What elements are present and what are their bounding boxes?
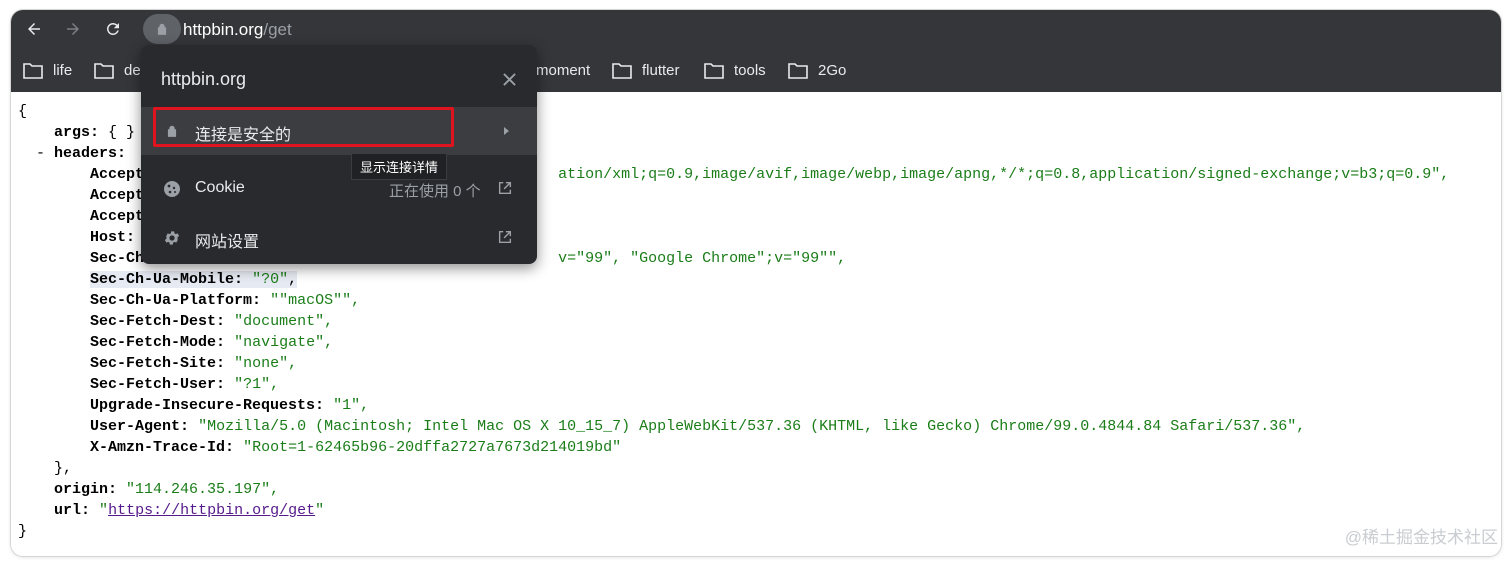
json-url-quote-open: "	[99, 502, 109, 519]
popup-close-button[interactable]	[499, 69, 519, 89]
bookmark-label: life	[53, 61, 73, 79]
json-value-upgrade: "1",	[333, 397, 370, 414]
browser-toolbar: httpbin.org/get	[11, 10, 1501, 48]
external-link-icon	[497, 180, 515, 198]
json-key-sec-ch-ua: Sec-Ch	[90, 250, 145, 267]
connection-secure-item[interactable]: 连接是安全的	[141, 107, 537, 155]
json-key-upgrade: Upgrade-Insecure-Requests:	[90, 397, 325, 414]
cookie-item[interactable]: Cookie 正在使用 0 个	[141, 165, 537, 213]
connection-secure-label: 连接是安全的	[195, 127, 292, 144]
back-button[interactable]	[19, 14, 49, 44]
json-value-trace-id: "Root=1-62465b96-20dffa2727a7673d214019b…	[243, 439, 622, 456]
chevron-right-icon	[497, 122, 515, 140]
bookmark-folder-moment[interactable]: moment	[536, 59, 590, 81]
json-key-fetch-site: Sec-Fetch-Site:	[90, 355, 226, 372]
json-value-mobile: "?0"	[252, 271, 289, 288]
bookmark-label: 2Go	[818, 61, 847, 79]
headers-collapse-toggle[interactable]: -	[36, 145, 45, 162]
lock-icon	[163, 122, 181, 140]
folder-icon	[612, 62, 632, 79]
reload-icon	[106, 22, 119, 35]
highlighted-line: Sec-Ch-Ua-Mobile: "?0",	[90, 271, 298, 288]
json-key-origin: origin:	[54, 481, 118, 498]
external-link-icon	[497, 229, 515, 247]
bookmark-label: moment	[536, 61, 591, 79]
bookmark-folder-2go[interactable]: 2Go	[788, 59, 846, 81]
json-value-user-agent: "Mozilla/5.0 (Macintosh; Intel Mac OS X …	[198, 418, 1306, 435]
json-key-accept-language: Accept	[90, 208, 145, 225]
address-bar[interactable]: httpbin.org/get	[139, 13, 1479, 45]
json-url-quote-close: "	[315, 502, 325, 519]
json-value-args: { }	[108, 124, 136, 141]
json-value-accept: ation/xml;q=0.9,image/avif,image/webp,im…	[558, 166, 1450, 183]
site-info-popup: httpbin.org 连接是安全的 Cookie 正在使用 0 个 网站设置 …	[141, 45, 537, 264]
url-path: /get	[263, 20, 292, 39]
json-value-fetch-mode: "navigate",	[234, 334, 334, 351]
bookmark-label: tools	[734, 61, 766, 79]
json-key-args: args:	[54, 124, 100, 141]
folder-icon	[23, 62, 43, 79]
cookie-usage-count: 正在使用 0 个	[389, 183, 481, 200]
folder-icon	[94, 62, 114, 79]
json-value-platform: ""macOS"",	[270, 292, 361, 309]
folder-icon	[704, 62, 724, 79]
browser-window: httpbin.org/get life de moment flutter t…	[11, 10, 1501, 556]
arrow-left-icon	[28, 23, 40, 35]
connection-details-tooltip: 显示连接详情	[351, 153, 448, 180]
json-key-platform: Sec-Ch-Ua-Platform:	[90, 292, 262, 309]
json-value-sec-ch-ua: v="99", "Google Chrome";v="99"",	[558, 250, 847, 267]
close-icon	[502, 72, 516, 86]
json-key-accept-encoding: Accept	[90, 187, 145, 204]
cookie-label: Cookie	[195, 179, 245, 196]
arrow-right-icon	[67, 23, 79, 35]
bookmark-folder-flutter[interactable]: flutter	[612, 59, 680, 81]
json-open-brace: {	[18, 103, 28, 120]
forward-button[interactable]	[58, 14, 88, 44]
bookmark-label: de	[124, 61, 141, 79]
site-info-button[interactable]	[143, 14, 181, 44]
bookmark-label: flutter	[642, 61, 680, 79]
reload-button[interactable]	[98, 14, 128, 44]
gear-icon	[163, 229, 181, 247]
json-key-host: Host:	[90, 229, 136, 246]
json-value-fetch-user: "?1",	[234, 376, 280, 393]
json-key-url: url:	[54, 502, 91, 519]
json-key-fetch-user: Sec-Fetch-User:	[90, 376, 226, 393]
popup-title: httpbin.org	[161, 69, 247, 89]
bookmark-folder-tools[interactable]: tools	[704, 59, 766, 81]
json-key-fetch-mode: Sec-Fetch-Mode:	[90, 334, 226, 351]
site-settings-label: 网站设置	[195, 234, 260, 251]
json-url-link[interactable]: https://httpbin.org/get	[108, 502, 315, 519]
site-settings-item[interactable]: 网站设置	[141, 214, 537, 262]
json-key-fetch-dest: Sec-Fetch-Dest:	[90, 313, 226, 330]
bookmark-folder-life[interactable]: life	[23, 59, 72, 81]
json-close-brace: }	[18, 523, 28, 540]
json-key-trace-id: X-Amzn-Trace-Id:	[90, 439, 235, 456]
bookmark-folder-de[interactable]: de	[94, 59, 141, 81]
json-value-fetch-dest: "document",	[234, 313, 334, 330]
url-host: httpbin.org	[183, 20, 264, 39]
json-value-origin: "114.246.35.197",	[126, 481, 280, 498]
json-key-mobile: Sec-Ch-Ua-Mobile:	[90, 271, 244, 288]
json-headers-close: },	[54, 460, 73, 477]
url-text[interactable]: httpbin.org/get	[183, 20, 292, 40]
lock-icon	[157, 23, 167, 35]
folder-icon	[788, 62, 808, 79]
json-key-accept: Accept	[90, 166, 145, 183]
cookie-icon	[163, 180, 181, 198]
json-key-headers: headers:	[54, 145, 127, 162]
json-value-fetch-site: "none",	[234, 355, 298, 372]
json-key-user-agent: User-Agent:	[90, 418, 190, 435]
watermark: @稀土掘金技术社区	[1344, 528, 1498, 547]
